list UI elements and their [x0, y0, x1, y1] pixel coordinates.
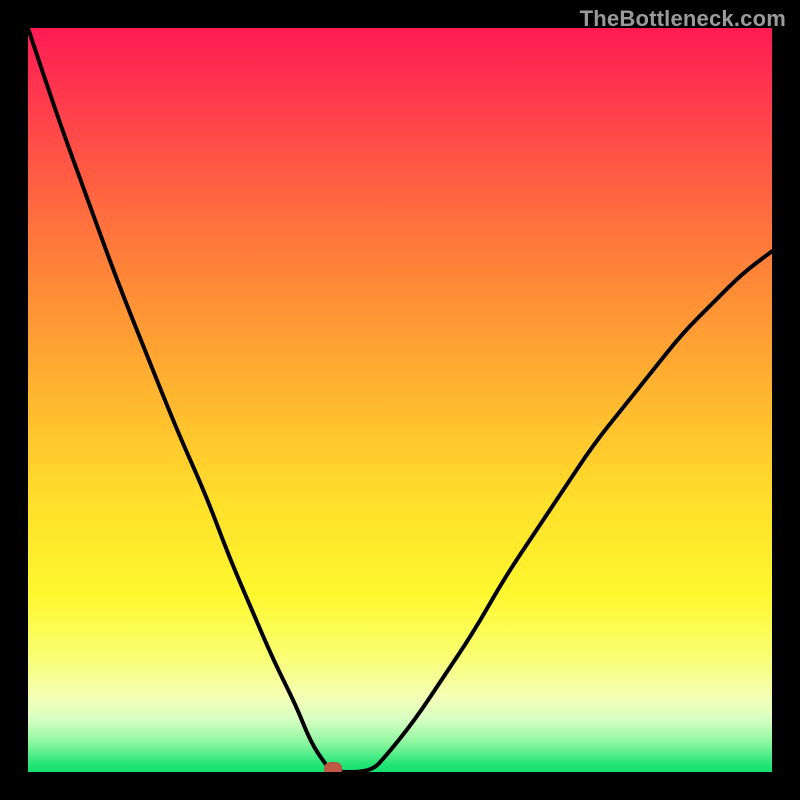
- plot-area: [28, 28, 772, 772]
- watermark-text: TheBottleneck.com: [580, 6, 786, 32]
- bottleneck-curve: [28, 28, 772, 772]
- chart-frame: TheBottleneck.com: [0, 0, 800, 800]
- current-point-marker: [324, 762, 342, 772]
